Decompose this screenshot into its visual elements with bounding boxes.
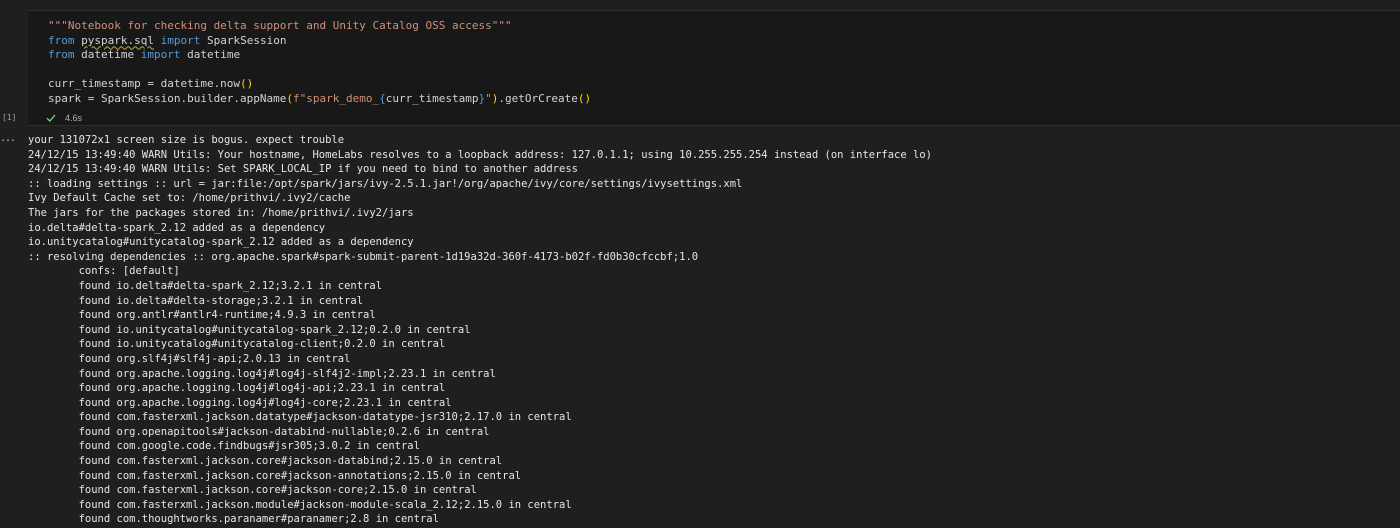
output-line: found org.antlr#antlr4-runtime;4.9.3 in … <box>28 309 376 322</box>
output-line: found io.unitycatalog#unitycatalog-spark… <box>28 323 471 336</box>
code-token: import <box>140 48 181 61</box>
output-line: :: loading settings :: url = jar:file:/o… <box>28 177 743 190</box>
output-line: 24/12/15 13:49:40 WARN Utils: Your hostn… <box>28 148 932 161</box>
output-line: io.unitycatalog#unitycatalog-spark_2.12 … <box>28 236 414 249</box>
output-line: your 131072x1 screen size is bogus. expe… <box>28 134 345 146</box>
code-token: pyspark.sql <box>81 33 154 47</box>
code-line[interactable]: spark = SparkSession.builder.appName(f"s… <box>48 92 591 107</box>
output-line: found com.fasterxml.jackson.core#jackson… <box>28 469 522 482</box>
code-token: () <box>577 91 592 105</box>
output-line: :: resolving dependencies :: org.apache.… <box>28 250 699 263</box>
output-line: found com.fasterxml.jackson.module#jacks… <box>28 498 572 511</box>
output-line: 24/12/15 13:49:40 WARN Utils: Set SPARK_… <box>28 163 578 176</box>
output-line: found io.delta#delta-spark_2.12;3.2.1 in… <box>28 279 383 292</box>
code-token: curr_timestamp <box>385 91 479 105</box>
output-line: found com.google.code.findbugs#jsr305;3.… <box>28 440 420 453</box>
output-line: found org.apache.logging.log4j#log4j-api… <box>28 382 446 395</box>
output-line: found com.fasterxml.jackson.core#jackson… <box>28 484 477 497</box>
execution-count: [1] <box>2 113 17 122</box>
code-line[interactable]: """Notebook for checking delta support a… <box>48 19 591 34</box>
code-token: import <box>160 33 201 47</box>
cell-output: your 131072x1 screen size is bogus. expe… <box>28 133 1400 528</box>
code-token: curr_timestamp = datetime.now <box>48 77 241 90</box>
code-token: datetime <box>180 48 241 61</box>
code-cell[interactable]: """Notebook for checking delta support a… <box>28 10 1400 126</box>
check-icon <box>46 114 56 122</box>
code-editor[interactable]: """Notebook for checking delta support a… <box>48 19 591 106</box>
output-line: found io.delta#delta-storage;3.2.1 in ce… <box>28 294 364 307</box>
notebook-editor: [1] """Notebook for checking delta suppo… <box>0 0 1400 528</box>
code-token: " <box>485 91 492 105</box>
output-line: confs: [default] <box>28 265 180 278</box>
output-line: Ivy Default Cache set to: /home/prithvi/… <box>28 192 351 205</box>
execution-duration: 4.6s <box>65 113 83 123</box>
output-menu-icon[interactable]: ... <box>0 133 16 144</box>
code-token: .getOrCreate <box>498 91 578 105</box>
output-line: found io.unitycatalog#unitycatalog-clien… <box>28 338 446 351</box>
code-line[interactable] <box>48 63 591 78</box>
output-line: found org.apache.logging.log4j#log4j-slf… <box>28 367 496 380</box>
code-token: datetime <box>74 48 141 61</box>
code-line[interactable]: curr_timestamp = datetime.now() <box>48 77 591 92</box>
code-token: f"spark_demo_ <box>293 91 380 105</box>
output-line: The jars for the packages stored in: /ho… <box>28 206 414 219</box>
cell-status: 4.6s <box>46 111 82 125</box>
output-line: io.delta#delta-spark_2.12 added as a dep… <box>28 221 326 234</box>
code-token: from <box>48 48 75 61</box>
code-token: () <box>240 77 254 90</box>
code-token: { <box>379 91 386 105</box>
code-token: """Notebook for checking delta support a… <box>48 19 512 32</box>
code-line[interactable]: from pyspark.sql import SparkSession <box>48 34 591 49</box>
output-line: found com.thoughtworks.paranamer#paranam… <box>28 513 439 526</box>
output-line: found com.fasterxml.jackson.datatype#jac… <box>28 411 572 424</box>
code-token: from <box>48 33 75 47</box>
code-line[interactable]: from datetime import datetime <box>48 48 591 63</box>
output-line: found org.openapitools#jackson-databind-… <box>28 425 490 438</box>
code-token: SparkSession <box>200 33 287 47</box>
output-line: found org.slf4j#slf4j-api;2.0.13 in cent… <box>28 352 351 365</box>
output-line: found com.fasterxml.jackson.core#jackson… <box>28 455 503 468</box>
code-token: spark = SparkSession.builder.appName <box>48 91 287 105</box>
output-line: found org.apache.logging.log4j#log4j-cor… <box>28 396 452 409</box>
